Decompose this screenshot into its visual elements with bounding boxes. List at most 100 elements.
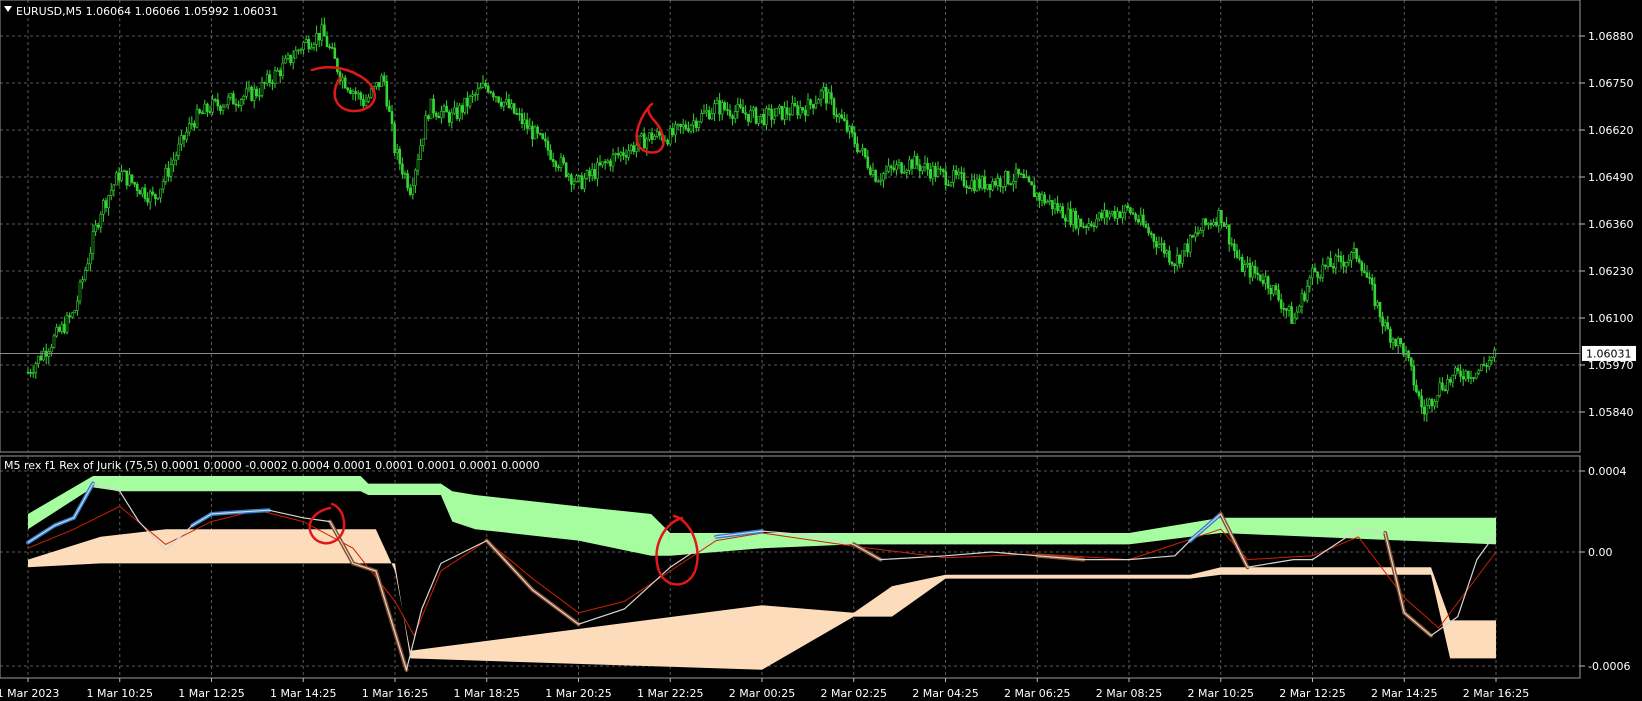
candle-body bbox=[1480, 364, 1483, 371]
candle-body bbox=[960, 172, 963, 174]
candle-body bbox=[962, 172, 966, 187]
candle-body bbox=[81, 279, 84, 283]
candle-body bbox=[1045, 201, 1049, 204]
candle-body bbox=[1472, 377, 1475, 379]
candle-body bbox=[1006, 171, 1010, 185]
candle-body bbox=[1061, 206, 1065, 219]
candle-body bbox=[29, 372, 32, 374]
candle-body bbox=[1082, 226, 1085, 228]
candle-body bbox=[1383, 322, 1387, 327]
candle-body bbox=[588, 170, 591, 176]
candle-body bbox=[203, 103, 207, 114]
time-tick-label: 2 Mar 06:25 bbox=[1004, 687, 1070, 700]
candle-body bbox=[356, 92, 360, 95]
candle-body bbox=[1064, 217, 1067, 222]
candle-body bbox=[1113, 210, 1117, 219]
candle-body bbox=[759, 113, 763, 117]
candle-body bbox=[804, 109, 807, 116]
candle-body bbox=[1321, 264, 1325, 278]
candle-body bbox=[104, 200, 108, 209]
candle-body bbox=[161, 181, 165, 190]
indicator-title: M5 rex f1 Rex of Jurik (75,5) 0.0001 0.0… bbox=[4, 459, 540, 472]
candle-body bbox=[401, 163, 404, 175]
candle-body bbox=[635, 144, 638, 152]
candle-body bbox=[219, 105, 222, 111]
candle-body bbox=[1196, 232, 1200, 235]
candle-body bbox=[414, 169, 417, 186]
candle-body bbox=[856, 143, 859, 153]
indicator-tick-label: -0.0006 bbox=[1588, 660, 1630, 673]
price-tick-label: 1.05970 bbox=[1588, 359, 1634, 372]
candle-body bbox=[312, 44, 316, 48]
candle-body bbox=[411, 185, 415, 195]
candle-body bbox=[479, 87, 482, 90]
candle-body bbox=[1412, 365, 1416, 386]
candle-body bbox=[926, 163, 929, 170]
candle-body bbox=[687, 128, 690, 132]
candle-body bbox=[575, 175, 578, 182]
candle-body bbox=[1246, 262, 1249, 265]
chart-canvas[interactable]: EURUSD,M5 1.06064 1.06066 1.05992 1.0603… bbox=[0, 0, 1642, 701]
candle-body bbox=[200, 112, 204, 115]
candle-body bbox=[1428, 399, 1431, 406]
candle-body bbox=[679, 123, 682, 127]
candle-body bbox=[164, 168, 168, 182]
candle-body bbox=[1430, 399, 1434, 407]
candle-body bbox=[991, 181, 994, 191]
candle-body bbox=[1305, 285, 1309, 301]
candle-body bbox=[861, 148, 864, 151]
candle-body bbox=[336, 58, 339, 73]
candle-body bbox=[967, 187, 971, 189]
candle-body bbox=[1001, 186, 1005, 188]
candle-body bbox=[481, 82, 485, 88]
candle-body bbox=[408, 187, 412, 195]
candle-body bbox=[68, 315, 71, 318]
candle-body bbox=[109, 189, 113, 196]
candle-body bbox=[645, 138, 649, 149]
candle-body bbox=[1175, 254, 1179, 267]
candle-body bbox=[1259, 274, 1262, 281]
candle-body bbox=[1186, 243, 1189, 253]
time-tick-label: 2 Mar 16:25 bbox=[1463, 687, 1529, 700]
candle-body bbox=[1134, 213, 1137, 220]
candle-body bbox=[845, 120, 849, 132]
candle-body bbox=[252, 88, 256, 101]
candle-body bbox=[762, 113, 766, 126]
candle-body bbox=[1378, 301, 1382, 318]
candle-body bbox=[395, 149, 399, 154]
candle-body bbox=[788, 113, 792, 116]
candle-body bbox=[806, 99, 810, 116]
candle-body bbox=[393, 123, 396, 154]
candle-body bbox=[1363, 270, 1366, 274]
candle-body bbox=[286, 54, 290, 59]
candle-body bbox=[159, 188, 162, 199]
candle-body bbox=[442, 105, 446, 112]
candle-body bbox=[385, 81, 389, 107]
candle-body bbox=[1373, 283, 1377, 307]
candle-body bbox=[294, 50, 298, 59]
time-tick-label: 1 Mar 16:25 bbox=[362, 687, 428, 700]
candle-body bbox=[801, 107, 805, 111]
candle-body bbox=[515, 113, 519, 115]
candle-body bbox=[1157, 244, 1161, 248]
candle-body bbox=[1121, 212, 1124, 218]
candle-body bbox=[884, 170, 888, 174]
candle-body bbox=[772, 115, 776, 120]
candle-body bbox=[1188, 235, 1192, 253]
candle-body bbox=[1394, 338, 1397, 347]
candle-body bbox=[63, 323, 66, 333]
candle-body bbox=[905, 169, 909, 173]
candle-body bbox=[380, 75, 383, 88]
candle-body bbox=[1420, 395, 1423, 408]
candle-body bbox=[1391, 338, 1395, 343]
candle-body bbox=[580, 175, 584, 190]
candle-body bbox=[172, 159, 175, 165]
candle-body bbox=[237, 104, 240, 107]
candle-body bbox=[185, 131, 188, 140]
candle-body bbox=[78, 281, 82, 302]
candle-body bbox=[1342, 261, 1345, 267]
candle-body bbox=[863, 148, 867, 158]
candle-body bbox=[499, 101, 503, 107]
candle-body bbox=[562, 157, 565, 164]
candle-body bbox=[611, 154, 615, 167]
